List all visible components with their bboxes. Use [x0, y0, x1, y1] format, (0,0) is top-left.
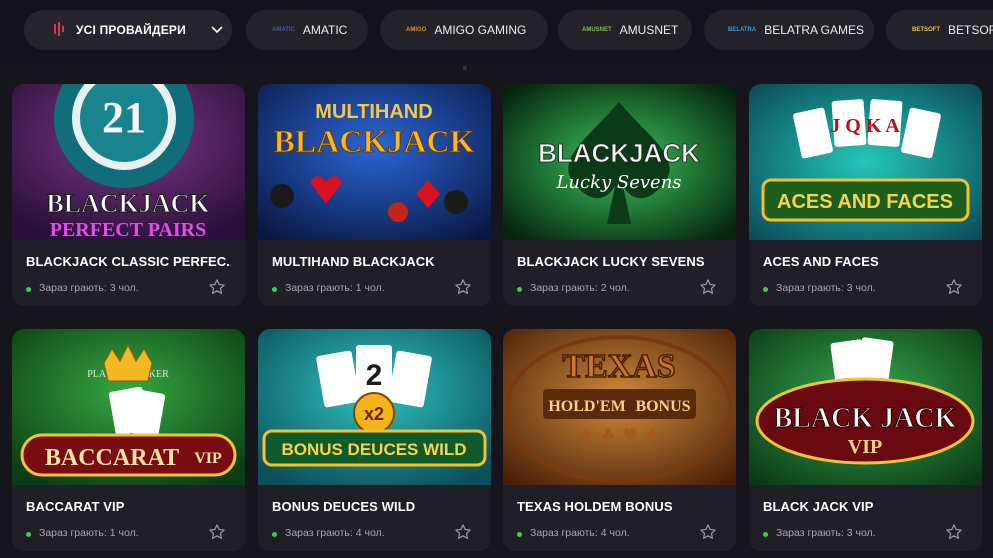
star-favorite-icon[interactable]	[945, 278, 963, 296]
art-top-text: MULTIHAND	[315, 101, 432, 123]
game-thumbnail[interactable]: J Q K A ACES AND FACES	[749, 84, 982, 240]
players-online-text: Зараз грають: 1 чол.	[285, 282, 385, 294]
art-top-text: TEXAS	[562, 348, 675, 385]
belatra-logo-icon: BELATRA	[728, 27, 757, 33]
art-title-text: BONUS DEUCES WILD	[281, 440, 466, 459]
star-favorite-icon[interactable]	[699, 278, 717, 296]
game-thumbnail[interactable]: MULTIHAND BLACKJACK	[258, 84, 491, 240]
players-online-text: Зараз грають: 4 чол.	[530, 527, 630, 539]
game-thumbnail[interactable]: BLACKJACK Lucky Sevens	[503, 84, 736, 240]
art-title-text: ACES AND FACES	[777, 191, 953, 213]
game-title[interactable]: ACES AND FACES	[763, 254, 968, 269]
game-thumbnail[interactable]: PLAYER BANKER BACCARAT VIP	[12, 329, 245, 485]
players-online-text: Зараз грають: 2 чол.	[530, 282, 630, 294]
players-online-text: Зараз грають: 4 чол.	[285, 527, 385, 539]
art-subtitle-text: Lucky Sevens	[555, 172, 681, 193]
game-card[interactable]: 21 BLACKJACK PERFECT PAIRS BLACKJACK CLA…	[12, 84, 245, 306]
provider-chip-belatra-games[interactable]: BELATRA BELATRA GAMES	[704, 10, 874, 50]
game-thumbnail[interactable]: BLACK JACK VIP	[749, 329, 982, 485]
provider-chip-amigo-gaming[interactable]: AMIGO AMIGO GAMING	[380, 10, 548, 50]
multiplier-text: x2	[364, 404, 384, 424]
art-subtitle-text: PERFECT PAIRS	[50, 219, 207, 240]
card-ranks-text: J Q K A	[830, 115, 900, 137]
game-card[interactable]: 2 x2 BONUS DEUCES WILD BONUS DEUCES WILD…	[258, 329, 491, 551]
provider-filter-bar: УСІ ПРОВАЙДЕРИ AMATIC AMATIC AMIGO AMIGO…	[0, 0, 993, 64]
game-title[interactable]: BLACKJACK LUCKY SEVENS	[517, 254, 722, 269]
all-providers-label: УСІ ПРОВАЙДЕРИ	[76, 23, 186, 37]
all-providers-dropdown[interactable]: УСІ ПРОВАЙДЕРИ	[24, 10, 232, 50]
players-online-text: Зараз грають: 3 чол.	[776, 527, 876, 539]
online-status-dot	[763, 532, 768, 537]
chevron-down-icon	[211, 26, 223, 34]
star-favorite-icon[interactable]	[454, 523, 472, 541]
provider-chip-label: BELATRA GAMES	[764, 23, 865, 37]
online-status-dot	[272, 532, 277, 537]
provider-chip-label: AMIGO GAMING	[434, 23, 527, 37]
game-card[interactable]: BLACKJACK Lucky Sevens BLACKJACK LUCKY S…	[503, 84, 736, 306]
provider-chip-label: AMATIC	[302, 23, 348, 37]
star-favorite-icon[interactable]	[454, 278, 472, 296]
provider-chip-label: AMUSNET	[619, 23, 679, 37]
game-thumbnail[interactable]: 21 BLACKJACK PERFECT PAIRS	[12, 84, 245, 240]
art-title-text: HOLD'EM	[548, 398, 625, 415]
provider-chip-amusnet[interactable]: AMUSNET AMUSNET	[558, 10, 692, 50]
game-thumbnail[interactable]: TEXAS HOLD'EM BONUS ♠ ♣ ♥ ♦	[503, 329, 736, 485]
online-status-dot	[763, 287, 768, 292]
chip-number-text: 21	[102, 93, 146, 142]
game-card[interactable]: MULTIHAND BLACKJACK MULTIHAND BLACKJACK …	[258, 84, 491, 306]
star-favorite-icon[interactable]	[208, 278, 226, 296]
game-title[interactable]: BLACKJACK CLASSIC PERFEC...	[26, 254, 231, 269]
art-subtitle-text: VIP	[194, 450, 222, 467]
art-title-text: BACCARAT	[45, 445, 179, 471]
game-card[interactable]: J Q K A ACES AND FACES ACES AND FACES За…	[749, 84, 982, 306]
art-subtitle-text: BONUS	[635, 398, 690, 415]
art-title-text: BLACKJACK	[274, 123, 475, 159]
amatic-logo-icon: AMATIC	[272, 27, 295, 33]
amusnet-logo-icon: AMUSNET	[582, 27, 612, 33]
online-status-dot	[517, 532, 522, 537]
game-card[interactable]: BLACK JACK VIP BLACK JACK VIP Зараз граю…	[749, 329, 982, 551]
art-title-text: BLACKJACK	[538, 138, 700, 168]
betsoft-logo-icon: BETSOFT	[912, 27, 940, 33]
art-subtitle-text: VIP	[848, 436, 882, 458]
art-title-text: BLACK JACK	[774, 403, 957, 434]
svg-text:♠ ♣ ♥ ♦: ♠ ♣ ♥ ♦	[578, 425, 660, 446]
provider-chip-label: BETSOFT	[948, 23, 993, 37]
game-thumbnail[interactable]: 2 x2 BONUS DEUCES WILD	[258, 329, 491, 485]
svg-text:2: 2	[366, 359, 383, 392]
online-status-dot	[517, 287, 522, 292]
game-title[interactable]: BONUS DEUCES WILD	[272, 499, 477, 514]
amigo-gaming-logo-icon: AMIGO	[406, 27, 427, 33]
game-card[interactable]: TEXAS HOLD'EM BONUS ♠ ♣ ♥ ♦ TEXAS HOLDEM…	[503, 329, 736, 551]
players-online-text: Зараз грають: 3 чол.	[776, 282, 876, 294]
filter-icon	[54, 22, 64, 36]
scroll-indicator	[463, 66, 467, 70]
provider-chip-amatic[interactable]: AMATIC AMATIC	[246, 10, 368, 50]
players-online-text: Зараз грають: 3 чол.	[39, 282, 139, 294]
game-title[interactable]: BLACK JACK VIP	[763, 499, 968, 514]
art-title-text: BLACKJACK	[46, 189, 210, 218]
star-favorite-icon[interactable]	[699, 523, 717, 541]
game-card[interactable]: PLAYER BANKER BACCARAT VIP BACCARAT VIP …	[12, 329, 245, 551]
online-status-dot	[26, 287, 31, 292]
online-status-dot	[26, 532, 31, 537]
game-title[interactable]: BACCARAT VIP	[26, 499, 231, 514]
players-online-text: Зараз грають: 1 чол.	[39, 527, 139, 539]
star-favorite-icon[interactable]	[945, 523, 963, 541]
game-title[interactable]: MULTIHAND BLACKJACK	[272, 254, 477, 269]
game-title[interactable]: TEXAS HOLDEM BONUS	[517, 499, 722, 514]
provider-chip-betsoft[interactable]: BETSOFT BETSOFT	[886, 10, 993, 50]
star-favorite-icon[interactable]	[208, 523, 226, 541]
online-status-dot	[272, 287, 277, 292]
